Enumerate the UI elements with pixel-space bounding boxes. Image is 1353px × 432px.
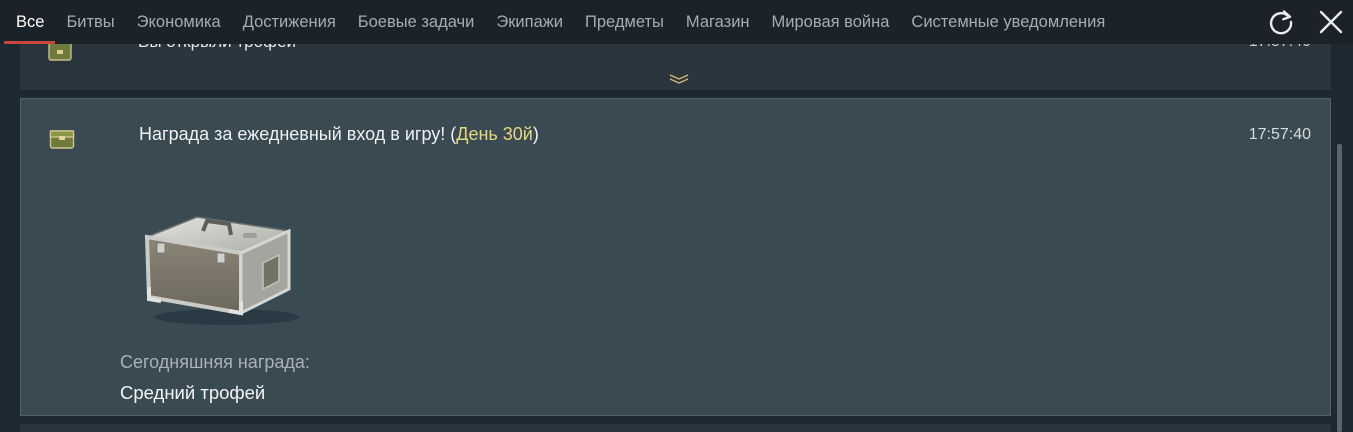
- tab-bar: Все Битвы Экономика Достижения Боевые за…: [0, 0, 1353, 44]
- medium-trophy-image: [137, 209, 307, 332]
- notification-time: 17:57:40: [1248, 126, 1311, 143]
- tab-world-war[interactable]: Мировая война: [761, 0, 901, 44]
- tab-system-notifications[interactable]: Системные уведомления: [900, 0, 1116, 44]
- title-suffix: ): [532, 124, 539, 144]
- chest-icon: [48, 44, 72, 69]
- tab-economy[interactable]: Экономика: [126, 0, 232, 44]
- tab-achievements[interactable]: Достижения: [232, 0, 347, 44]
- tab-all[interactable]: Все: [0, 0, 56, 44]
- notification-row-previous[interactable]: Вы открыли трофей 17:57:40: [20, 44, 1331, 90]
- scrollbar[interactable]: [1337, 144, 1342, 432]
- refresh-icon[interactable]: [1266, 7, 1296, 37]
- notification-list: Вы открыли трофей 17:57:40 Награда за еж…: [0, 44, 1353, 432]
- reward-name: Средний трофей: [120, 382, 266, 403]
- tab-battles[interactable]: Битвы: [55, 0, 125, 44]
- tab-combat-missions[interactable]: Боевые задачи: [347, 0, 486, 44]
- notification-title: Награда за ежедневный вход в игру! (День…: [139, 122, 539, 146]
- tabs: Все Битвы Экономика Достижения Боевые за…: [0, 0, 1116, 44]
- today-reward-label: Сегодняшняя награда:: [120, 352, 310, 372]
- notification-text: Вы открыли трофей: [138, 44, 296, 52]
- tab-items[interactable]: Предметы: [574, 0, 675, 44]
- notification-card: Награда за ежедневный вход в игру! (День…: [20, 98, 1331, 416]
- title-prefix: Награда за ежедневный вход в игру! (: [139, 124, 457, 144]
- close-icon[interactable]: [1316, 7, 1346, 37]
- tab-crews[interactable]: Экипажи: [485, 0, 574, 44]
- chevron-down-icon[interactable]: [669, 71, 689, 89]
- notification-time: 17:57:40: [1249, 44, 1311, 52]
- chest-icon: [49, 128, 75, 155]
- notification-row-next[interactable]: [20, 424, 1331, 432]
- tab-shop[interactable]: Магазин: [675, 0, 761, 44]
- day-highlight: День 30й: [456, 124, 533, 144]
